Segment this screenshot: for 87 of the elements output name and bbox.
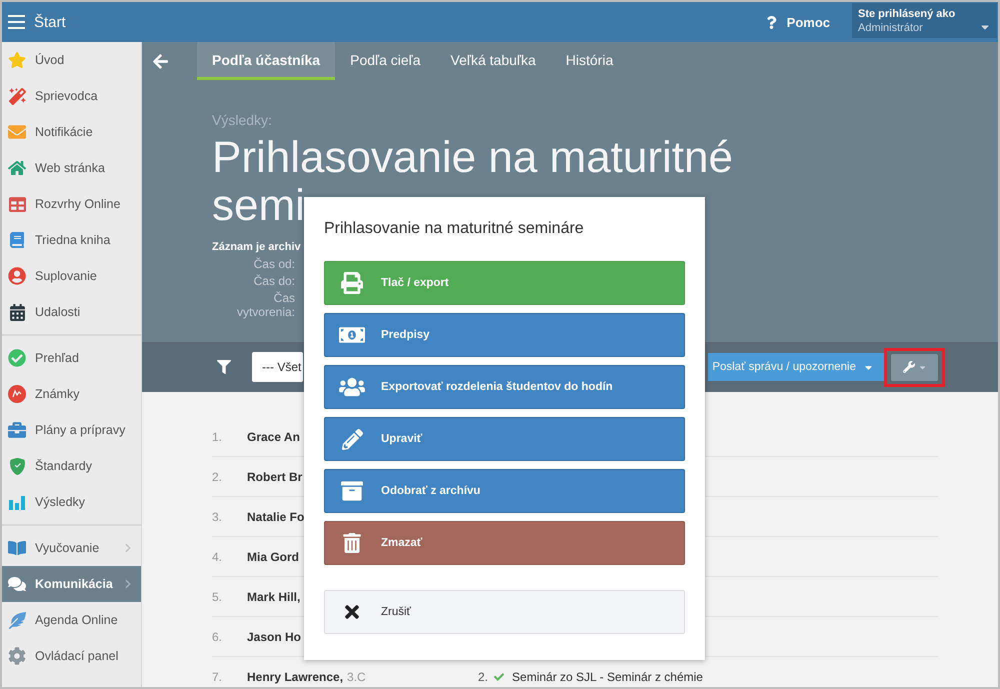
row-number: 2. (212, 470, 224, 484)
row-number: 1. (212, 430, 224, 444)
participant-name: Grace An (247, 430, 300, 444)
archive-box-icon (341, 480, 363, 502)
sidebar-item[interactable]: Udalosti (2, 294, 141, 330)
trash-icon (342, 533, 362, 553)
row-number: 4. (212, 550, 224, 564)
sidebar-item[interactable]: Výsledky (2, 484, 141, 520)
sidebar-item[interactable]: Ovládací panel (2, 638, 141, 674)
sidebar-item[interactable]: Rozvrhy Online (2, 186, 141, 222)
user-caption: Ste prihlásený ako (858, 6, 956, 20)
target-text: Seminár zo SJL - Seminár z chémie (512, 670, 703, 684)
user-menu[interactable]: Ste prihlásený ako Administrátor (852, 3, 997, 38)
participant-name: Mark Hill, (247, 590, 300, 604)
target-count: 2. (478, 670, 488, 684)
filter-select[interactable]: --- Všet (252, 352, 304, 382)
action-button[interactable]: Zmazať (324, 521, 685, 565)
sidebar-item[interactable]: Úvod (2, 42, 141, 78)
shield-check-icon (8, 458, 26, 474)
zigzag-circle-icon (8, 385, 26, 403)
wrench-icon (902, 361, 914, 373)
menu-button[interactable] (6, 13, 27, 31)
sidebar-item[interactable]: Komunikácia (2, 566, 141, 602)
row-number: 5. (212, 590, 224, 604)
action-button[interactable]: Predpisy (324, 313, 685, 357)
help-button[interactable]: Pomoc (764, 14, 830, 30)
sidebar-item[interactable]: Agenda Online (2, 602, 141, 638)
pencil-icon (342, 428, 362, 450)
sidebar-item[interactable]: Plány a prípravy (2, 412, 141, 448)
house-icon (8, 159, 26, 177)
tab[interactable]: Veľká tabuľka (436, 42, 551, 80)
field-label: Čas od: (254, 257, 295, 271)
sidebar-item[interactable]: Známky (2, 376, 141, 412)
tab[interactable]: História (550, 42, 628, 80)
tab[interactable]: Podľa cieľa (335, 42, 436, 80)
bar-chart-icon (9, 494, 25, 510)
help-icon (764, 16, 778, 28)
sidebar-item[interactable]: Sprievodca (2, 78, 141, 114)
row-number: 7. (212, 670, 224, 684)
sidebar-item[interactable]: Notifikácie (2, 114, 141, 150)
field-label: Čas do: (254, 274, 295, 288)
archive-note: Záznam je archiv (212, 240, 301, 254)
book-icon (9, 232, 25, 248)
calendar-icon (8, 304, 26, 320)
participant-name: Jason Ho (247, 630, 302, 644)
sidebar-item[interactable]: Vyučovanie (2, 530, 141, 566)
cancel-button[interactable]: Zrušiť (324, 590, 685, 634)
sidebar-item[interactable]: Štandardy (2, 448, 141, 484)
page-title-line: semi (212, 182, 305, 230)
magic-wand-icon (8, 88, 26, 104)
participant-name: Robert Br (247, 470, 302, 484)
participant-name: Henry Lawrence, (247, 670, 344, 684)
dialog-title: Prihlasovanie na maturitné semináre (324, 219, 585, 239)
open-book-icon (8, 539, 26, 557)
action-button[interactable]: Odobrať z archívu (324, 469, 685, 513)
sidebar-item[interactable]: Prehľad (2, 340, 141, 376)
gear-icon (8, 647, 26, 665)
printer-icon (341, 272, 363, 294)
briefcase-icon (8, 421, 26, 439)
participant-name: Natalie Fo (247, 510, 304, 524)
tab[interactable]: Podľa účastníka (197, 42, 336, 80)
close-icon (342, 602, 362, 622)
row-number: 6. (212, 630, 224, 644)
chat-bubbles-icon (8, 574, 26, 594)
envelope-icon (8, 123, 26, 141)
app-title: Štart (34, 14, 66, 30)
person-icon (8, 267, 26, 285)
class-label: 3.C (347, 670, 366, 684)
filter-icon (217, 360, 231, 374)
sidebar-item[interactable]: Suplovanie (2, 258, 141, 294)
page-overline: Výsledky: (212, 112, 272, 128)
menu-icon (8, 15, 25, 29)
feather-pen-icon (8, 612, 26, 628)
sidebar-item[interactable]: Web stránka (2, 150, 141, 186)
row-number: 3. (212, 510, 224, 524)
user-name: Administrátor (858, 20, 923, 34)
tools-button[interactable] (891, 354, 938, 380)
sidebar-item[interactable]: Triedna kniha (2, 222, 141, 258)
page-title-line: Prihlasovanie na maturitné (212, 134, 733, 182)
action-button[interactable]: Upraviť (324, 417, 685, 461)
field-label: Čas vytvorenia: (236, 291, 295, 319)
action-button[interactable]: Exportovať rozdelenia študentov do hodín (324, 365, 685, 409)
table-grid-icon (8, 196, 26, 212)
star-icon (8, 51, 26, 69)
back-arrow-icon (152, 52, 169, 70)
check-icon (494, 672, 504, 682)
participant-name: Mia Gord (247, 550, 300, 564)
